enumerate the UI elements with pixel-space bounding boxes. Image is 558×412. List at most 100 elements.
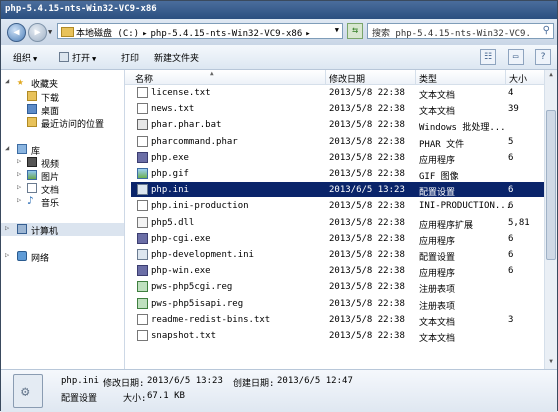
file-name-cell: pws-php5isapi.reg [151,298,244,309]
expand-icon[interactable]: ▷ [5,251,9,259]
table-row[interactable]: php.gif 2013/5/8 22:38 GIF 图像 [131,166,545,182]
file-type-cell: PHAR 文件 [419,139,465,150]
table-row[interactable]: news.txt 2013/5/8 22:38 文本文档 39 [131,101,545,118]
txt-file-icon [137,313,148,325]
file-name-cell: snapshot.txt [151,331,217,341]
file-type-cell: GIF 图像 [419,172,459,182]
php-file-icon [137,265,148,277]
table-row[interactable]: php.ini 2013/6/5 13:23 配置设置 6 [131,182,545,198]
txt-file-icon [137,200,148,212]
preview-pane-icon[interactable]: ▭ [507,49,524,65]
search-placeholder: 搜索 php-5.4.15-nts-Win32-VC9... [372,29,532,39]
table-row[interactable]: readme-redist-bins.txt 2013/5/8 22:38 文本文档… [131,312,545,328]
details-created-value: 2013/6/5 12:47 [277,376,353,386]
table-row[interactable]: pharcommand.phar 2013/5/8 22:38 PHAR 文件 5 [131,134,545,150]
scrollbar-thumb[interactable] [546,110,556,260]
details-type: 配置设置 [61,394,98,404]
nav-videos[interactable]: ▷ 视频 [1,156,124,170]
nav-favorites[interactable]: ◢ ★ 收藏夹 [1,76,124,90]
search-icon[interactable]: ⚲ [543,25,550,36]
file-size-cell: 6 [508,250,514,260]
file-name-cell: php-cgi.exe [151,233,211,244]
refresh-button[interactable]: ⇆ [347,23,363,39]
breadcrumb-separator-icon[interactable]: ▸ [142,29,147,39]
table-row[interactable]: php.exe 2013/5/8 22:38 应用程序 6 [131,150,545,166]
file-name-cell: pharcommand.phar [151,136,238,147]
table-row[interactable]: php-cgi.exe 2013/5/8 22:38 应用程序 6 [131,231,545,247]
nav-recent[interactable]: 最近访问的位置 [1,116,124,130]
vertical-scrollbar[interactable]: ▲ ▼ [544,70,557,369]
forward-button[interactable]: ▶ [28,23,47,42]
view-controls: ☷ ▭ ? [474,49,551,65]
table-row[interactable]: phar.phar.bat 2013/5/8 22:38 Windows 批处理..… [131,117,545,133]
help-icon[interactable]: ? [535,49,551,65]
expand-icon[interactable]: ▷ [17,196,21,204]
php-file-icon [137,232,148,244]
file-type-cell: 注册表项 [419,285,456,296]
title-bar[interactable]: php-5.4.15-nts-Win32-VC9-x86 [1,1,557,19]
expand-icon[interactable]: ▷ [17,183,21,191]
nav-libraries[interactable]: ◢ 库 [1,143,124,157]
network-icon [17,251,27,261]
file-name-cell: php-win.exe [151,266,211,277]
downloads-folder-icon [27,91,37,101]
file-type-cell: 应用程序 [419,155,456,166]
organize-button[interactable]: 组织 ▼ [13,51,37,64]
php-file-icon [137,151,148,163]
scroll-down-icon[interactable]: ▼ [546,358,556,368]
nav-music[interactable]: ▷ ♪ 音乐 [1,195,124,209]
back-button[interactable]: ◀ [7,23,26,42]
details-created-label: 创建日期: [233,379,275,389]
table-row[interactable]: php5.dll 2013/5/8 22:38 应用程序扩展 5,81 [131,215,545,231]
table-row[interactable]: license.txt 2013/5/8 22:38 文本文档 4 [131,85,545,101]
collapse-icon[interactable]: ◢ [5,144,9,152]
file-type-cell: 文本文档 [419,91,456,101]
details-pane: ⚙ php.ini 修改日期: 2013/6/5 13:23 创建日期: 201… [1,369,557,412]
documents-library-icon [27,183,37,193]
recent-pages-dropdown-icon[interactable]: ▼ [48,28,52,36]
nav-network[interactable]: ▷ 网络 [1,250,124,264]
chevron-down-icon: ▼ [33,55,38,63]
breadcrumb-item-folder[interactable]: php-5.4.15-nts-Win32-VC9-x86 [151,29,303,39]
nav-pictures[interactable]: ▷ 图片 [1,169,124,183]
search-input[interactable]: 搜索 php-5.4.15-nts-Win32-VC9... ⚲ [367,23,554,39]
address-bar-area: ◀ ▶ ▼ 本地磁盘 (C:) ▸ php-5.4.15-nts-Win32-VC9… [1,19,557,45]
command-bar: 组织 ▼ 打开 ▼ 打印 新建文件夹 ☷ ▭ ? [1,45,557,70]
collapse-icon[interactable]: ◢ [5,77,9,85]
breadcrumb-item-drive[interactable]: 本地磁盘 (C:) [76,29,139,39]
table-row[interactable]: snapshot.txt 2013/5/8 22:38 文本文档 [131,328,545,344]
nav-computer[interactable]: ▷ 计算机 [1,223,124,237]
address-dropdown-icon[interactable]: ▼ [335,26,339,34]
table-row[interactable]: php-development.ini 2013/5/8 22:38 配置设置 6 [131,247,545,263]
file-date-cell: 2013/5/8 22:38 [329,314,405,325]
change-view-icon[interactable]: ☷ [480,49,497,65]
reg-file-icon [137,297,148,309]
open-button[interactable]: 打开 ▼ [59,51,96,64]
table-row-partial [131,70,545,83]
address-input[interactable]: 本地磁盘 (C:) ▸ php-5.4.15-nts-Win32-VC9-x86 ▸ … [57,23,343,39]
expand-icon[interactable]: ▷ [17,170,21,178]
file-type-cell: 应用程序 [419,236,456,247]
table-row[interactable]: pws-php5cgi.reg 2013/5/8 22:38 注册表项 [131,279,545,296]
new-folder-button[interactable]: 新建文件夹 [154,51,199,64]
file-type-cell: 文本文档 [419,107,456,118]
table-row[interactable]: php.ini-production 2013/5/8 22:38 INI-PROD… [131,198,545,213]
nav-documents[interactable]: ▷ 文档 [1,182,124,196]
print-button[interactable]: 打印 [121,51,139,64]
file-type-cell: 应用程序 [419,269,456,280]
breadcrumb-separator-icon[interactable]: ▸ [305,29,310,39]
nav-label-favorites: 收藏夹 [31,80,59,90]
expand-icon[interactable]: ▷ [17,157,21,165]
scroll-up-icon[interactable]: ▲ [546,71,556,81]
video-library-icon [27,157,37,167]
nav-downloads[interactable]: 下载 [1,90,124,104]
table-row[interactable]: php-win.exe 2013/5/8 22:38 应用程序 6 [131,263,545,280]
txt-file-icon [137,87,148,98]
file-date-cell: 2013/5/8 22:38 [329,217,405,228]
nav-desktop[interactable]: 桌面 [1,103,124,117]
nav-label-recent: 最近访问的位置 [41,120,105,130]
expand-icon[interactable]: ▷ [5,224,9,232]
details-filename: php.ini [61,376,99,386]
library-icon [17,144,27,154]
table-row[interactable]: pws-php5isapi.reg 2013/5/8 22:38 注册表项 [131,296,545,312]
